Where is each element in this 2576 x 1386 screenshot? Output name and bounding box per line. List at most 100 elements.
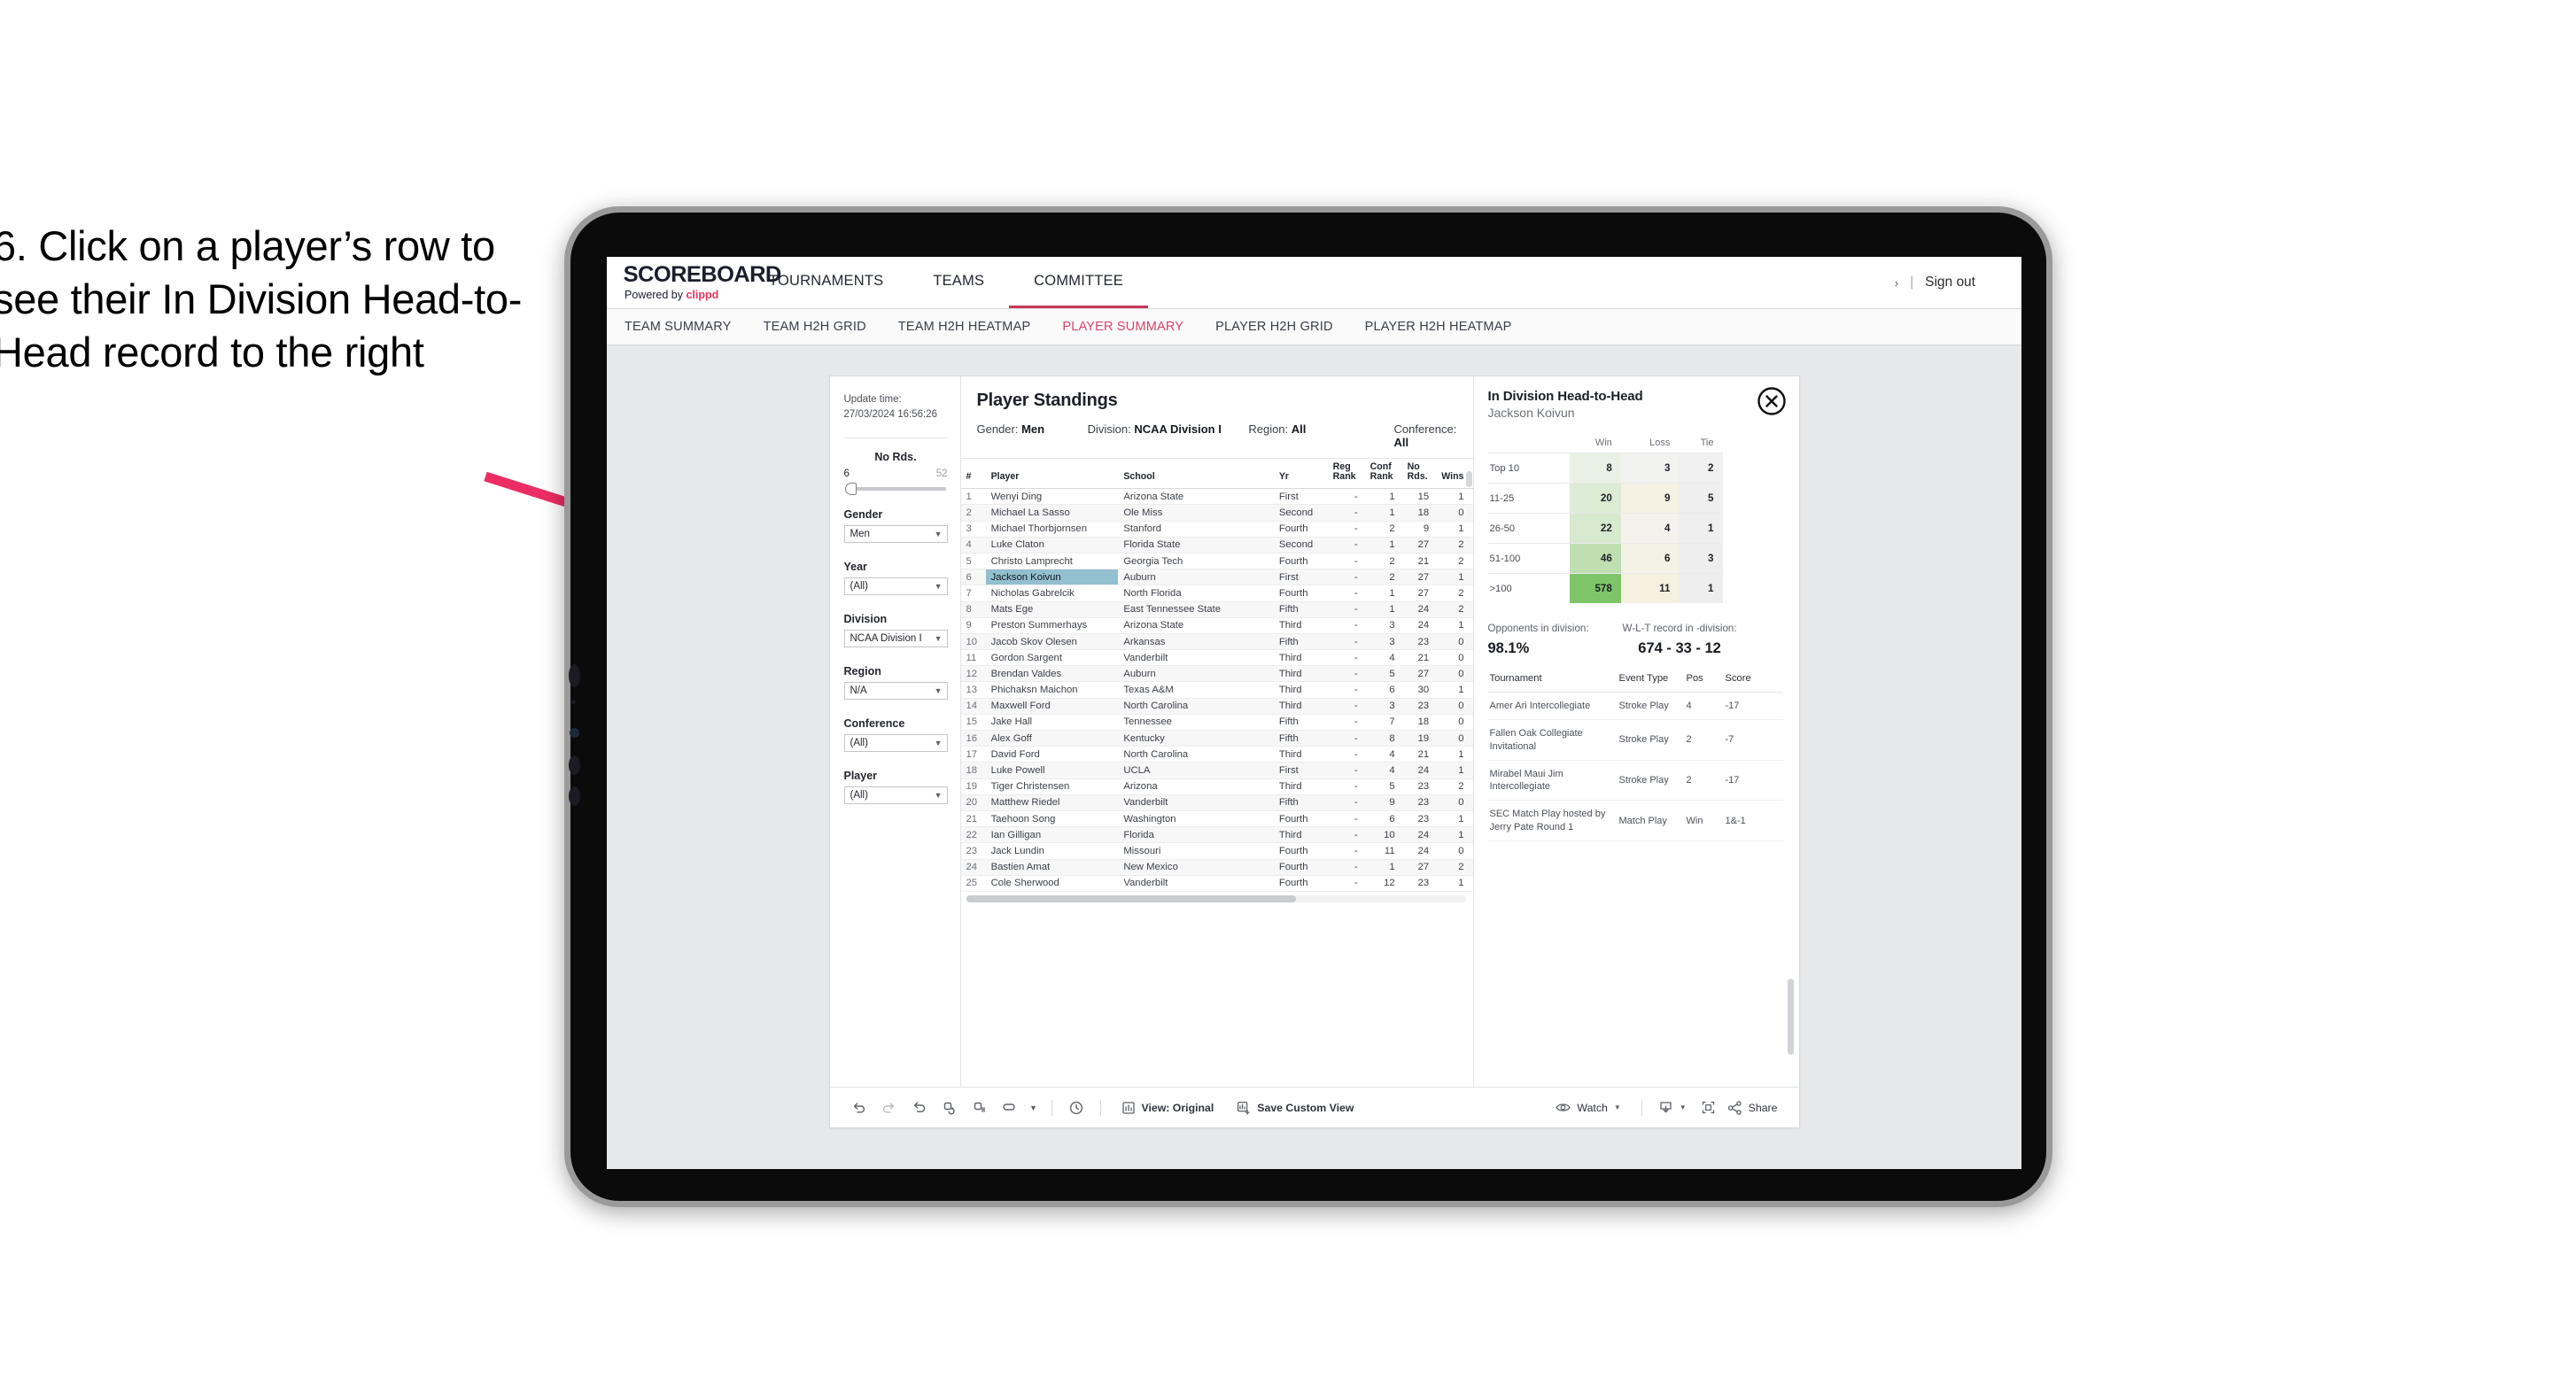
row-wins: 2 (1436, 859, 1473, 876)
summary-gender-value: Men (1021, 422, 1045, 436)
app-logo[interactable]: SCOREBOARD Powered by clippd (607, 257, 782, 308)
h2h-tie-cell: 1 (1679, 513, 1723, 544)
tournament-row[interactable]: Fallen Oak Collegiate Invitational Stroke… (1487, 719, 1783, 761)
undo-icon[interactable] (844, 1095, 874, 1121)
col-player[interactable]: Player (985, 459, 1119, 490)
table-row[interactable]: 2 Michael La Sasso Ole Miss Second -1 18 0 (960, 504, 1473, 522)
table-row[interactable]: 4 Luke Claton Florida State Second -1 27 2 (960, 537, 1473, 554)
table-row[interactable]: 1 Wenyi Ding Arizona State First -1 15 1 (960, 488, 1473, 506)
scrollbar-thumb[interactable] (966, 894, 1296, 902)
table-row[interactable]: 18 Luke Powell UCLA First -4 24 1 (960, 762, 1473, 779)
filter-region-select[interactable]: N/A ▼ (843, 682, 948, 701)
watch-button[interactable]: Watch ▼ (1544, 1102, 1632, 1114)
table-row[interactable]: 22 Ian Gilligan Florida Third -10 24 1 (960, 826, 1473, 844)
col-reg-rank[interactable]: Reg Rank (1327, 459, 1365, 490)
subnav-player-h2h-heatmap[interactable]: PLAYER H2H HEATMAP (1365, 320, 1512, 334)
table-row[interactable]: 8 Mats Ege East Tennessee State Fifth -1 24 2 (960, 601, 1473, 618)
table-row[interactable]: 6 Jackson Koivun Auburn First -2 27 1 (960, 569, 1473, 586)
subnav-team-h2h-heatmap[interactable]: TEAM H2H HEATMAP (898, 320, 1031, 334)
download-button[interactable]: ▼ (1651, 1100, 1694, 1115)
h2h-loss-cell: 4 (1620, 513, 1680, 544)
chevron-down-icon[interactable]: ▼ (1025, 1095, 1043, 1121)
lens-dot (570, 728, 579, 738)
table-row[interactable]: 13 Phichaksn Maichon Texas A&M Third -6 30 1 (960, 681, 1473, 699)
row-reg-rank: - (1327, 601, 1365, 618)
table-row[interactable]: 20 Matthew Riedel Vanderbilt Fifth -9 23 0 (960, 794, 1473, 811)
revert-icon[interactable] (904, 1095, 935, 1121)
table-row[interactable]: 16 Alex Goff Kentucky Fifth -8 19 0 (960, 730, 1473, 747)
tournament-row[interactable]: Mirabel Maui Jim Intercollegiate Stroke P… (1487, 760, 1783, 801)
tournament-row[interactable]: SEC Match Play hosted by Jerry Pate Roun… (1487, 800, 1783, 842)
share-button[interactable]: Share (1724, 1100, 1785, 1115)
h2h-win-cell: 8 (1569, 453, 1621, 484)
row-player: Jackson Koivun (985, 569, 1119, 586)
vertical-scrollbar[interactable] (1465, 471, 1472, 487)
table-row[interactable]: 24 Bastien Amat New Mexico Fourth -1 27 2 (960, 859, 1473, 876)
table-row[interactable]: 3 Michael Thorbjornsen Stanford Fourth -2 9 1 (960, 521, 1473, 538)
sign-out-link[interactable]: Sign out (1925, 275, 1975, 290)
table-row[interactable]: 5 Christo Lamprecht Georgia Tech Fourth -2 21… (960, 553, 1473, 570)
table-row[interactable]: 14 Maxwell Ford North Carolina Third -3 23 0 (960, 698, 1473, 715)
row-conf-rank: 1 (1364, 537, 1402, 554)
visualization-body: Update time: 27/03/2024 16:56:26 No Rds.… (830, 376, 1799, 1087)
col-school[interactable]: School (1118, 459, 1274, 490)
table-row[interactable]: 11 Gordon Sargent Vanderbilt Third -4 21 0 (960, 649, 1473, 667)
nav-tab-teams[interactable]: TEAMS (908, 257, 1009, 308)
h2h-win-cell: 46 (1569, 543, 1621, 574)
slider-handle[interactable] (844, 483, 857, 496)
save-custom-view-button[interactable]: Save Custom View (1225, 1101, 1365, 1115)
table-row[interactable]: 23 Jack Lundin Missouri Fourth -11 24 0 (960, 842, 1473, 860)
tournament-score: -7 (1723, 719, 1783, 761)
row-school: Arizona State (1118, 617, 1274, 634)
subnav-team-summary[interactable]: TEAM SUMMARY (625, 320, 732, 334)
pause-icon[interactable] (965, 1095, 995, 1121)
filter-summary: Gender: Men Division: NCAA Division I Re… (977, 422, 1473, 458)
filter-gender-select[interactable]: Men ▼ (843, 525, 948, 544)
row-rank: 3 (960, 521, 986, 538)
row-player: Maxwell Ford (985, 698, 1119, 715)
chevron-right-icon[interactable]: › (1895, 276, 1898, 290)
table-row[interactable]: 10 Jacob Skov Olesen Arkansas Fifth -3 23 0 (960, 633, 1473, 651)
table-row[interactable]: 19 Tiger Christensen Arizona Third -5 23 2 (960, 778, 1473, 795)
table-row[interactable]: 17 David Ford North Carolina Third -4 21 1 (960, 746, 1473, 763)
detail-title: In Division Head-to-Head (1487, 389, 1643, 404)
standings-table-body: 1 Wenyi Ding Arizona State First -1 15 1 2 Micha… (960, 488, 1473, 892)
subnav-team-h2h-grid[interactable]: TEAM H2H GRID (764, 320, 866, 334)
refresh-icon[interactable] (935, 1095, 965, 1121)
row-year: Third (1273, 778, 1328, 795)
horizontal-scrollbar[interactable] (966, 894, 1466, 902)
table-row[interactable]: 12 Brendan Valdes Auburn Third -5 27 0 (960, 665, 1473, 683)
col-rank[interactable]: # (960, 459, 986, 490)
filter-player-select[interactable]: (All) ▼ (843, 786, 948, 805)
tournament-row[interactable]: Amer Ari Intercollegiate Stroke Play 4 -17 (1487, 692, 1783, 721)
nav-tab-committee[interactable]: COMMITTEE (1009, 257, 1148, 308)
subnav-player-summary[interactable]: PLAYER SUMMARY (1062, 320, 1183, 334)
row-no-rds: 23 (1401, 698, 1437, 715)
filter-conference-select[interactable]: (All) ▼ (843, 734, 948, 753)
row-reg-rank: - (1327, 665, 1365, 683)
filter-year-select[interactable]: (All) ▼ (843, 577, 948, 596)
summary-region-value: All (1291, 422, 1307, 436)
h2h-row: >100 578 11 1 (1487, 573, 1723, 603)
col-no-rds[interactable]: No Rds. (1401, 459, 1437, 490)
detail-vertical-scrollbar[interactable] (1787, 979, 1794, 1055)
view-original-button[interactable]: View: Original (1110, 1101, 1226, 1115)
close-icon[interactable] (1757, 386, 1787, 416)
filter-division-select[interactable]: NCAA Division I ▼ (843, 630, 948, 648)
filter-year-value: (All) (850, 581, 868, 592)
table-row[interactable]: 25 Cole Sherwood Vanderbilt Fourth -12 23 1 (960, 875, 1473, 892)
fullscreen-icon[interactable] (1694, 1095, 1724, 1121)
col-year[interactable]: Yr (1273, 459, 1328, 490)
table-row[interactable]: 15 Jake Hall Tennessee Fifth -7 18 0 (960, 714, 1473, 732)
h2h-band-label: Top 10 (1487, 453, 1570, 484)
table-row[interactable]: 21 Taehoon Song Washington Fourth -6 23 1 (960, 810, 1473, 828)
subnav-player-h2h-grid[interactable]: PLAYER H2H GRID (1215, 320, 1332, 334)
col-conf-rank[interactable]: Conf Rank (1364, 459, 1402, 490)
highlight-icon[interactable] (995, 1095, 1025, 1121)
redo-icon[interactable] (874, 1095, 904, 1121)
table-row[interactable]: 7 Nicholas Gabrelcik North Florida Fourth -1… (960, 585, 1473, 602)
summary-division-label: Division: (1087, 422, 1135, 436)
table-row[interactable]: 9 Preston Summerhays Arizona State Third -3 2… (960, 617, 1473, 634)
no-rounds-slider[interactable] (844, 483, 946, 496)
clock-icon[interactable] (1061, 1095, 1091, 1121)
